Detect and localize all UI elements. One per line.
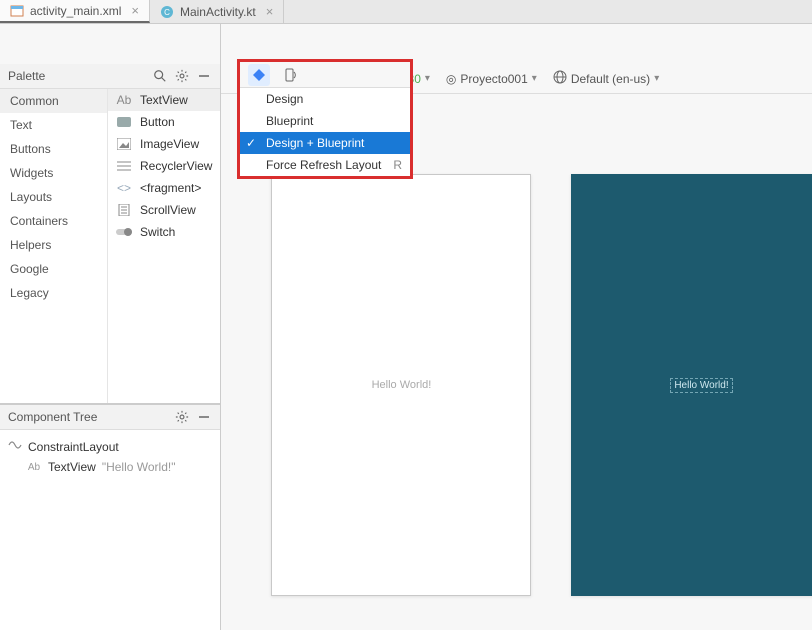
palette-cat-helpers[interactable]: Helpers: [0, 233, 107, 257]
palette-item-label: RecyclerView: [140, 159, 212, 173]
right-spacer: [221, 24, 812, 64]
minimize-icon[interactable]: [196, 409, 212, 425]
menu-shortcut: R: [393, 158, 402, 172]
tab-label: MainActivity.kt: [180, 5, 256, 19]
palette-item-button[interactable]: Button: [108, 111, 220, 133]
menu-item-design-blueprint[interactable]: ✓ Design + Blueprint: [240, 132, 410, 154]
palette-items: Ab TextView Button ImageView RecyclerView…: [108, 89, 220, 403]
check-icon: ✓: [246, 136, 256, 150]
chevron-down-icon: ▾: [425, 73, 430, 84]
blueprint-preview[interactable]: Hello World!: [571, 174, 812, 596]
theme-icon: ◎: [446, 72, 456, 86]
menu-item-force-refresh[interactable]: Force Refresh Layout R: [240, 154, 410, 176]
scrollview-icon: [116, 202, 132, 218]
design-preview[interactable]: Hello World!: [271, 174, 531, 596]
globe-icon: [553, 70, 567, 87]
palette-title: Palette: [8, 69, 146, 83]
menu-item-label: Design + Blueprint: [266, 136, 364, 150]
menu-item-design[interactable]: Design: [240, 88, 410, 110]
editor-tabs: activity_main.xml × C MainActivity.kt ×: [0, 0, 812, 24]
palette-cat-containers[interactable]: Containers: [0, 209, 107, 233]
fragment-icon: <>: [116, 180, 132, 196]
tab-main-activity[interactable]: C MainActivity.kt ×: [150, 0, 284, 23]
palette-cat-buttons[interactable]: Buttons: [0, 137, 107, 161]
palette-item-label: ScrollView: [140, 203, 196, 217]
palette-item-label: TextView: [140, 93, 188, 107]
tree-row-root[interactable]: ConstraintLayout: [8, 436, 212, 457]
gear-icon[interactable]: [174, 409, 190, 425]
imageview-icon: [116, 136, 132, 152]
palette-cat-legacy[interactable]: Legacy: [0, 281, 107, 305]
orientation-button[interactable]: [280, 64, 302, 86]
palette-item-label: Switch: [140, 225, 175, 239]
menu-toolbar-row: [240, 62, 410, 88]
svg-text:C: C: [164, 8, 170, 17]
palette-cat-layouts[interactable]: Layouts: [0, 185, 107, 209]
design-mode-button[interactable]: [248, 64, 270, 86]
palette-cat-common[interactable]: Common: [0, 89, 107, 113]
button-icon: [116, 114, 132, 130]
palette-categories: Common Text Buttons Widgets Layouts Cont…: [0, 89, 108, 403]
component-tree-title: Component Tree: [8, 410, 168, 424]
chevron-down-icon: ▾: [654, 73, 659, 84]
palette-item-label: ImageView: [140, 137, 199, 151]
tab-label: activity_main.xml: [30, 4, 121, 18]
xml-file-icon: [10, 4, 24, 18]
locale-label: Default (en-us): [571, 72, 650, 86]
palette-item-scrollview[interactable]: ScrollView: [108, 199, 220, 221]
menu-item-blueprint[interactable]: Blueprint: [240, 110, 410, 132]
tree-node-text: "Hello World!": [102, 460, 176, 474]
tree-node-label: TextView: [48, 460, 96, 474]
blueprint-textview[interactable]: Hello World!: [670, 378, 732, 393]
palette-cat-widgets[interactable]: Widgets: [0, 161, 107, 185]
palette-item-label: <fragment>: [140, 181, 201, 195]
palette-item-label: Button: [140, 115, 175, 129]
component-tree: ConstraintLayout Ab TextView "Hello Worl…: [0, 430, 220, 630]
close-icon[interactable]: ×: [127, 3, 139, 18]
tree-row-child[interactable]: Ab TextView "Hello World!": [26, 457, 212, 477]
palette-item-recyclerview[interactable]: RecyclerView: [108, 155, 220, 177]
gear-icon[interactable]: [174, 68, 190, 84]
palette-cat-text[interactable]: Text: [0, 113, 107, 137]
theme-selector[interactable]: ◎ Proyecto001 ▾: [442, 72, 541, 86]
chevron-down-icon: ▾: [532, 73, 537, 84]
textview-icon: Ab: [116, 92, 132, 108]
design-mode-menu: Design Blueprint ✓ Design + Blueprint Fo…: [237, 59, 413, 179]
constraint-layout-icon: [8, 438, 22, 455]
palette-item-textview[interactable]: Ab TextView: [108, 89, 220, 111]
palette-item-imageview[interactable]: ImageView: [108, 133, 220, 155]
minimize-icon[interactable]: [196, 68, 212, 84]
kotlin-file-icon: C: [160, 5, 174, 19]
textview-icon: Ab: [26, 459, 42, 475]
palette-header: Palette: [0, 64, 220, 89]
locale-selector[interactable]: Default (en-us) ▾: [549, 70, 663, 87]
tab-activity-main[interactable]: activity_main.xml ×: [0, 0, 150, 23]
menu-item-label: Force Refresh Layout: [266, 158, 381, 172]
palette-cat-google[interactable]: Google: [0, 257, 107, 281]
theme-label: Proyecto001: [460, 72, 527, 86]
menu-item-label: Blueprint: [266, 114, 313, 128]
close-icon[interactable]: ×: [262, 4, 274, 19]
recyclerview-icon: [116, 158, 132, 174]
menu-item-label: Design: [266, 92, 303, 106]
search-icon[interactable]: [152, 68, 168, 84]
preview-textview[interactable]: Hello World!: [372, 379, 432, 391]
component-tree-header: Component Tree: [0, 404, 220, 430]
left-panel: Palette Common Text Buttons Widgets Layo…: [0, 24, 221, 630]
tree-node-label: ConstraintLayout: [28, 440, 119, 454]
palette-item-fragment[interactable]: <> <fragment>: [108, 177, 220, 199]
palette-body: Common Text Buttons Widgets Layouts Cont…: [0, 89, 220, 404]
palette-item-switch[interactable]: Switch: [108, 221, 220, 243]
left-spacer: [0, 24, 220, 64]
switch-icon: [116, 224, 132, 240]
